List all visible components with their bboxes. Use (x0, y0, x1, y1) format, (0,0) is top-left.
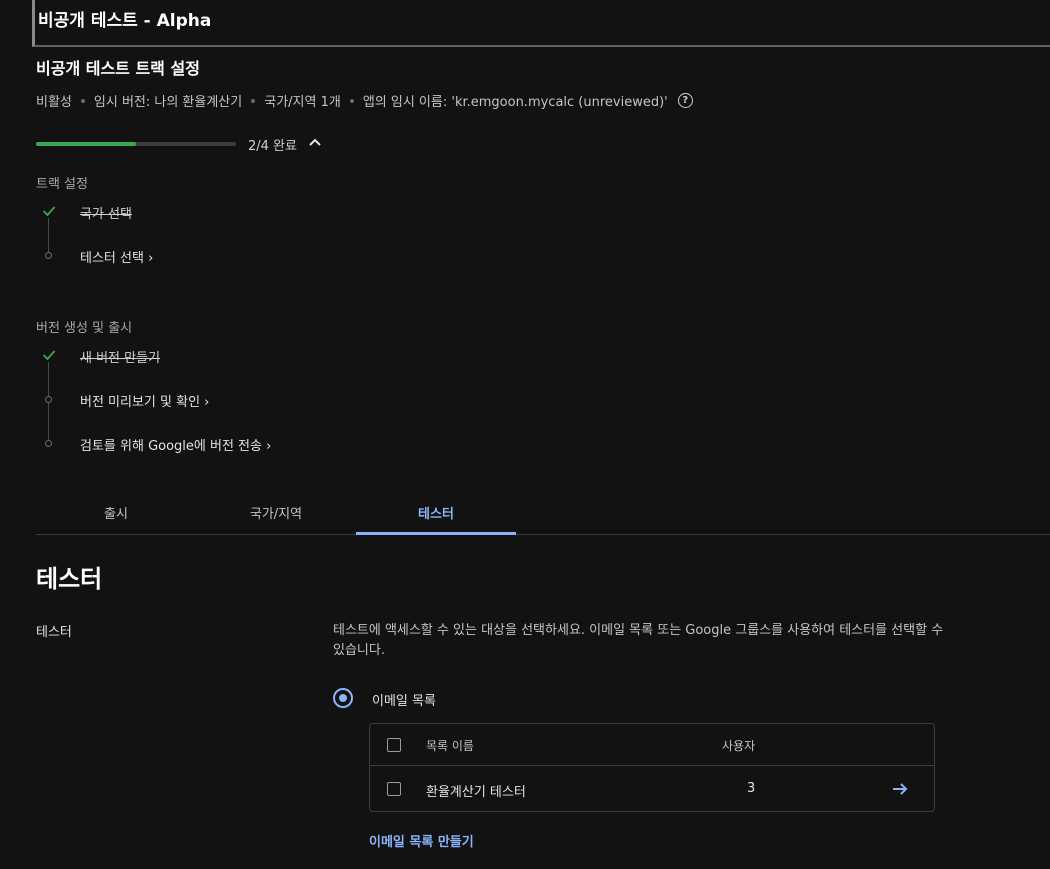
row-checkbox[interactable] (387, 782, 401, 796)
temp-app-name-text: 앱의 임시 이름: 'kr.emgoon.mycalc (unreviewed)… (362, 95, 668, 110)
check-icon (42, 350, 56, 361)
separator-dot (80, 98, 85, 103)
email-list-radio-label[interactable]: 이메일 목록 (372, 690, 436, 709)
section-title: 비공개 테스트 트랙 설정 (36, 59, 200, 78)
countries-text: 국가/지역 1개 (264, 95, 341, 110)
step-pending-dot (45, 440, 52, 447)
step-pending-dot (45, 252, 52, 259)
app-header: 비공개 테스트 - Alpha (32, 0, 1050, 47)
create-email-list-link[interactable]: 이메일 목록 만들기 (369, 831, 474, 850)
progress-label: 2/4 완료 (248, 139, 297, 154)
help-circle-icon[interactable]: ? (677, 93, 693, 108)
tab-testers[interactable]: 테스터 (356, 498, 516, 535)
status-text: 비활성 (36, 95, 72, 110)
step-send-for-review[interactable]: 검토를 위해 Google에 버전 전송 › (80, 435, 271, 454)
progress-fill (36, 142, 136, 146)
testers-field-label: 테스터 (36, 625, 72, 640)
column-header-users: 사용자 (722, 739, 756, 753)
testers-heading: 테스터 (36, 565, 103, 593)
tab-bar: 출시 국가/지역 테스터 (36, 498, 1050, 535)
step-preview-release[interactable]: 버전 미리보기 및 확인 › (80, 391, 209, 410)
column-header-list-name: 목록 이름 (426, 739, 474, 753)
testers-description: 테스트에 액세스할 수 있는 대상을 선택하세요. 이메일 목록 또는 Goog… (333, 623, 944, 658)
select-all-checkbox[interactable] (387, 738, 401, 752)
step-select-country: 국가 선택 (80, 207, 132, 222)
arrow-right-icon[interactable] (890, 779, 910, 799)
group-label-track-setup: 트랙 설정 (36, 177, 88, 192)
track-meta: 비활성 임시 버전: 나의 환율계산기 국가/지역 1개 앱의 임시 이름: '… (36, 91, 693, 110)
app-title: 비공개 테스트 - Alpha (38, 11, 212, 31)
step-connector (48, 362, 49, 446)
tab-countries[interactable]: 국가/지역 (196, 498, 356, 534)
check-icon (42, 206, 56, 217)
email-list-radio[interactable] (333, 688, 353, 708)
tab-release[interactable]: 출시 (36, 498, 196, 534)
temp-version-text: 임시 버전: 나의 환율계산기 (93, 95, 243, 110)
email-list-table: 목록 이름 사용자 환율계산기 테스터 3 (369, 723, 935, 812)
separator-dot (349, 98, 354, 103)
chevron-up-icon[interactable] (307, 134, 323, 150)
separator-dot (251, 98, 256, 103)
list-name-cell: 환율계산기 테스터 (426, 785, 526, 800)
step-select-testers[interactable]: 테스터 선택 › (80, 247, 153, 266)
table-header: 목록 이름 사용자 (370, 724, 934, 766)
step-pending-dot (45, 396, 52, 403)
progress-bar (36, 142, 236, 146)
group-label-release: 버전 생성 및 출시 (36, 321, 133, 336)
table-row[interactable]: 환율계산기 테스터 3 (370, 766, 934, 812)
users-count-cell: 3 (747, 781, 756, 796)
step-create-release: 새 버전 만들기 (80, 351, 161, 366)
